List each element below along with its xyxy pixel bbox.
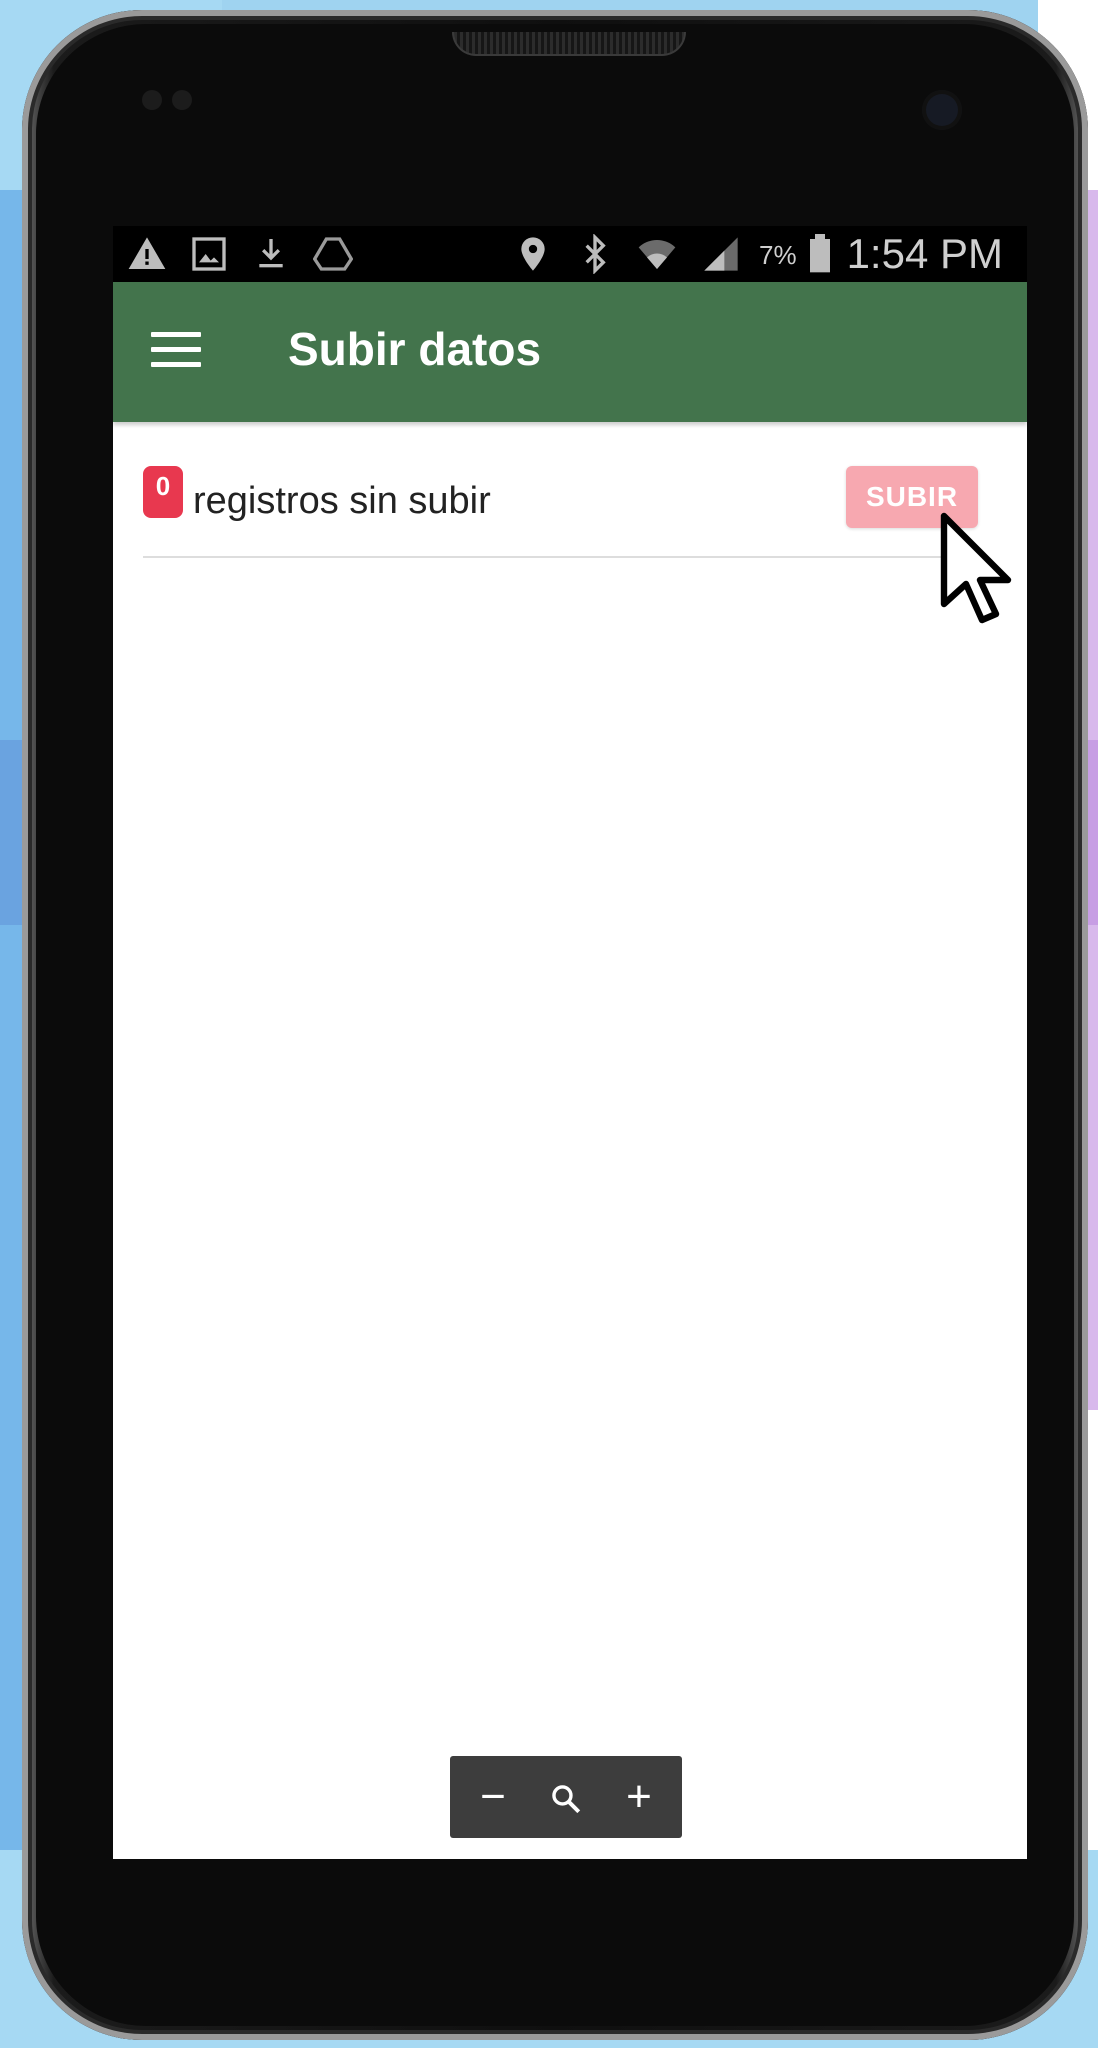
mouse-cursor-icon [940, 512, 1020, 637]
battery-icon [807, 234, 833, 284]
light-sensor [172, 90, 192, 110]
hamburger-menu-icon[interactable] [151, 332, 201, 368]
page-title: Subir datos [288, 323, 542, 375]
signal-icon [699, 234, 743, 284]
warning-icon [127, 234, 167, 284]
status-bar: 7% 1:54 PM [113, 226, 1027, 282]
earpiece-speaker [452, 32, 686, 56]
status-time: 1:54 PM [846, 230, 1003, 277]
wifi-icon [635, 234, 679, 284]
app-bar: Subir datos [113, 282, 1027, 422]
zoom-icon [552, 1785, 581, 1814]
upload-status-row: 0 registros sin subir SUBIR [143, 466, 978, 558]
download-icon [251, 234, 291, 284]
zoom-reset-button[interactable] [531, 1756, 601, 1838]
zoom-controls: − + [450, 1756, 682, 1838]
image-icon [189, 234, 229, 284]
zoom-in-button[interactable]: + [604, 1756, 674, 1838]
bluetooth-icon [575, 233, 615, 284]
proximity-sensor [142, 90, 162, 110]
pending-count-badge: 0 [143, 466, 183, 518]
front-camera [922, 90, 962, 130]
location-icon [513, 234, 553, 284]
phone-screen: 7% 1:54 PM Subir datos 0 registros sin s… [113, 226, 1027, 1859]
zoom-out-button[interactable]: − [458, 1756, 528, 1838]
drive-icon [312, 234, 354, 284]
pending-records-label: registros sin subir [193, 480, 491, 522]
battery-percent: 7% [759, 240, 797, 270]
